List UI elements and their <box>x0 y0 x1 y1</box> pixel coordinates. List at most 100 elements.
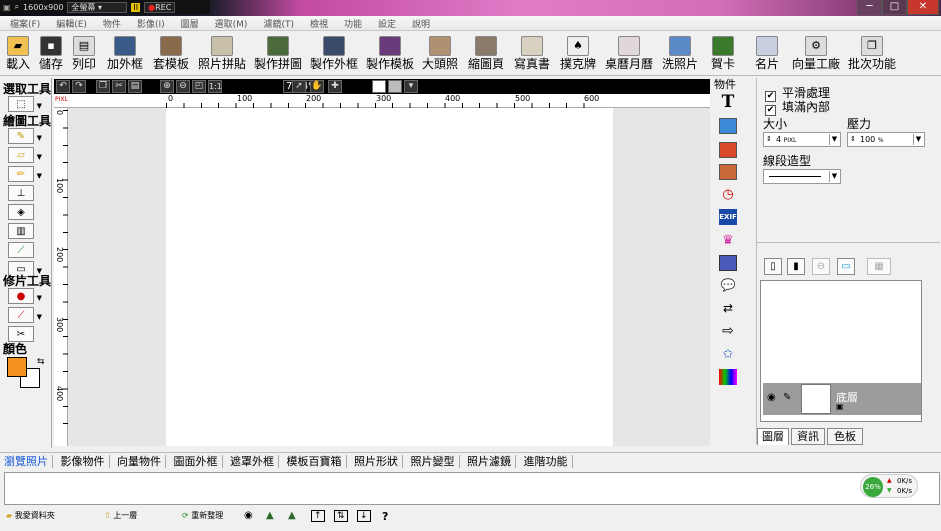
edit-layer-icon[interactable]: ✎ <box>783 392 791 403</box>
business-card-button[interactable]: 名片 <box>752 34 782 71</box>
cut-icon[interactable]: ✂ <box>112 80 126 93</box>
stamp-tool[interactable]: ⊥ <box>8 185 34 201</box>
menu-help[interactable]: 說明 <box>404 16 438 30</box>
monitor-icon[interactable]: ▭ <box>837 258 855 275</box>
save-button[interactable]: ▪ 儲存 <box>38 34 64 71</box>
cake-icon[interactable]: ♛ <box>719 232 737 248</box>
help-icon[interactable]: ? <box>382 510 388 523</box>
star-shape-icon[interactable]: ✩ <box>719 346 737 362</box>
spin-arrows-icon[interactable]: ⇕ <box>766 133 772 146</box>
fill-tool[interactable]: ◈ <box>8 204 34 220</box>
red-eye-tool[interactable]: ● ▼ <box>8 288 42 304</box>
vector-factory-button[interactable]: ⚙ 向量工廠 <box>790 34 842 71</box>
bg-white-icon[interactable] <box>372 80 386 93</box>
tab-info[interactable]: 資訊 <box>791 428 825 445</box>
bg-dropdown-icon[interactable]: ▾ <box>404 80 418 93</box>
chevron-down-icon[interactable]: ▼ <box>37 153 42 161</box>
pencil-tool[interactable]: ✏ ▼ <box>8 166 42 182</box>
copy-icon[interactable]: ❐ <box>96 80 110 93</box>
sort-toggle-icon[interactable]: ⇅ <box>334 510 348 522</box>
load-button[interactable]: ▰ 載入 <box>5 34 31 71</box>
print-button[interactable]: ▤ 列印 <box>71 34 97 71</box>
eraser-tool[interactable]: ▱ ▼ <box>8 147 42 163</box>
id-photo-button[interactable]: 大頭照 <box>420 34 460 71</box>
tab-photo-warp[interactable]: 照片變型 <box>406 455 460 468</box>
fullscreen-select[interactable]: 全螢幕 ▾ <box>67 1 128 13</box>
eye-icon[interactable]: ◉ <box>767 392 776 403</box>
batch-button[interactable]: ❐ 批次功能 <box>846 34 898 71</box>
exif-icon[interactable]: EXIF <box>719 209 737 225</box>
menu-image[interactable]: 影像(I) <box>129 16 173 30</box>
crosshair-icon[interactable]: ✚ <box>328 80 342 93</box>
chevron-down-icon[interactable]: ▼ <box>37 102 42 110</box>
size-spinner[interactable]: ⇕ 4 PIXL ▼ <box>763 132 841 147</box>
up-level-button[interactable]: ⇧ 上一層 <box>104 510 137 521</box>
pointer-icon[interactable]: ➚ <box>292 80 306 93</box>
chevron-down-icon[interactable]: ▼ <box>829 171 839 182</box>
collage-button[interactable]: 照片拼貼 <box>196 34 248 71</box>
actual-size-icon[interactable]: 1:1 <box>208 80 222 93</box>
gradient-tool[interactable]: ▥ <box>8 223 34 239</box>
layer-row[interactable]: ◉ ✎ 底層 ▣ <box>763 383 921 415</box>
chevron-down-icon[interactable]: ▼ <box>829 134 839 145</box>
redo-icon[interactable]: ↷ <box>72 80 86 93</box>
tab-advanced[interactable]: 進階功能 <box>519 455 573 468</box>
line-style-select[interactable]: ▼ <box>763 169 841 184</box>
fill-checkbox[interactable]: ✔ 填滿內部 <box>765 98 830 116</box>
photo-object-icon[interactable] <box>719 142 737 158</box>
menu-layer[interactable]: 圖層 <box>173 16 207 30</box>
sort-down-icon[interactable]: ↓ <box>357 510 371 522</box>
tab-browse-photos[interactable]: 瀏覽照片 <box>0 455 53 468</box>
eye-icon[interactable]: ◉ <box>244 510 253 521</box>
double-arrow-icon[interactable]: ⇄ <box>719 300 737 316</box>
menu-select[interactable]: 選取(M) <box>207 16 256 30</box>
landscape-icon[interactable]: ▲ <box>266 510 274 521</box>
print-photo-button[interactable]: 洗照片 <box>660 34 700 71</box>
fit-screen-icon[interactable]: ◰ <box>192 80 206 93</box>
chevron-down-icon[interactable]: ▼ <box>37 294 42 302</box>
canvas-page[interactable] <box>166 108 613 446</box>
thumbnail-page-button[interactable]: 縮圖頁 <box>466 34 506 71</box>
zoom-in-icon[interactable]: ⊕ <box>160 80 174 93</box>
clock-icon[interactable]: ◷ <box>719 186 737 202</box>
photo-browser-strip[interactable] <box>4 472 940 505</box>
new-layer-icon[interactable]: ▯ <box>764 258 782 275</box>
greeting-card-button[interactable]: 賀卡 <box>708 34 738 71</box>
tab-photo-filter[interactable]: 照片濾鏡 <box>463 455 516 468</box>
refresh-button[interactable]: ⟳ 重新整理 <box>182 510 223 521</box>
speech-bubble-icon[interactable]: 💬 <box>719 277 737 293</box>
hand-pan-icon[interactable]: ✋ <box>310 80 324 93</box>
chevron-down-icon[interactable]: ▼ <box>37 134 42 142</box>
sort-up-icon[interactable]: ↑ <box>311 510 325 522</box>
chevron-down-icon[interactable]: ▼ <box>37 313 42 321</box>
frame-object-icon[interactable] <box>719 164 737 180</box>
close-button[interactable]: ✕ <box>907 0 939 15</box>
highlighter-tool[interactable]: ✎ ▼ <box>8 128 42 144</box>
tab-vector-objects[interactable]: 向量物件 <box>113 455 166 468</box>
lock-icon[interactable]: ⊖ <box>812 258 830 275</box>
chevron-down-icon[interactable]: ▼ <box>37 172 42 180</box>
mountain-icon[interactable]: ▲ <box>288 510 296 521</box>
tab-template-box[interactable]: 模板百寶箱 <box>282 455 347 468</box>
minimize-button[interactable]: ─ <box>857 0 882 15</box>
make-template-button[interactable]: 製作模板 <box>364 34 416 71</box>
paste-icon[interactable]: ▤ <box>128 80 142 93</box>
swap-colors-icon[interactable]: ⇆ <box>37 357 45 367</box>
image-object-icon[interactable] <box>719 118 737 134</box>
calendar-button[interactable]: 桌曆月曆 <box>602 34 656 71</box>
arrow-shape-icon[interactable]: ⇨ <box>719 323 737 339</box>
menu-filter[interactable]: 濾鏡(T) <box>255 16 302 30</box>
trash-icon[interactable]: ▮ <box>787 258 805 275</box>
chevron-down-icon[interactable]: ▼ <box>913 134 923 145</box>
text-tool-icon[interactable]: T <box>719 92 737 112</box>
zoom-out-icon[interactable]: ⊖ <box>176 80 190 93</box>
tab-image-objects[interactable]: 影像物件 <box>56 455 110 468</box>
add-frame-button[interactable]: 加外框 <box>105 34 145 71</box>
menu-settings[interactable]: 設定 <box>370 16 404 30</box>
tab-photo-shape[interactable]: 照片形狀 <box>350 455 403 468</box>
photo-book-button[interactable]: 寫真書 <box>512 34 552 71</box>
merge-layers-icon[interactable]: ▦ <box>867 258 891 275</box>
tab-palette[interactable]: 色板 <box>827 428 863 445</box>
primary-color-swatch[interactable] <box>7 357 27 377</box>
menu-function[interactable]: 功能 <box>336 16 370 30</box>
